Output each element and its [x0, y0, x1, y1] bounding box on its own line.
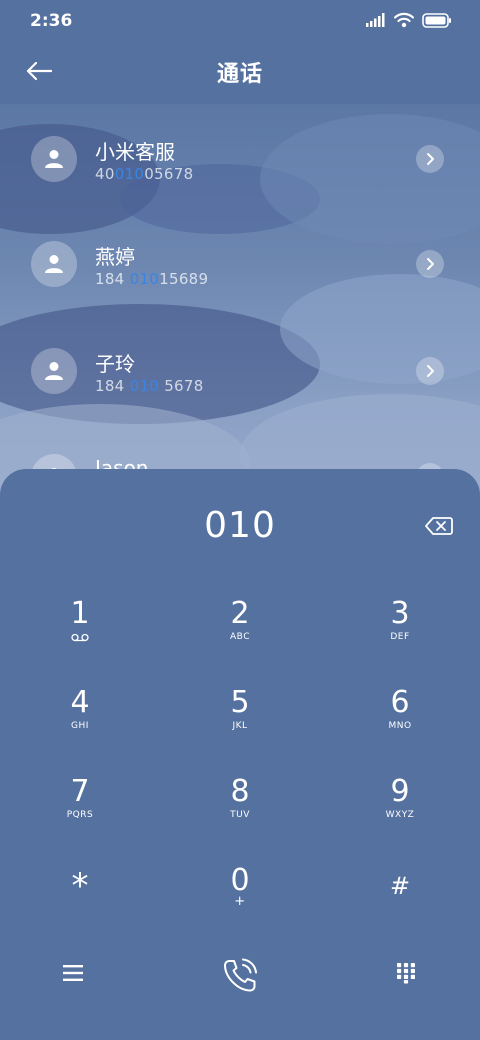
contact-name: 燕婷	[95, 245, 135, 269]
person-icon	[45, 362, 63, 380]
status-time: 2:36	[30, 11, 73, 31]
key-letters: ABC	[230, 632, 250, 642]
contact-details-button[interactable]	[416, 357, 444, 385]
chevron-right-icon	[427, 153, 434, 165]
wifi-icon	[394, 12, 414, 28]
dial-key-5[interactable]: 5 JKL	[180, 686, 300, 766]
page-title: 通话	[216, 62, 263, 87]
key-digit: #	[389, 872, 411, 900]
key-letters: MNO	[388, 721, 412, 731]
contact-number: 4001005678	[95, 165, 194, 183]
key-letters: JKL	[232, 721, 248, 731]
avatar	[31, 136, 77, 182]
key-letters: DEF	[390, 632, 410, 642]
contact-details-button[interactable]	[416, 145, 444, 173]
match-highlight: 010	[129, 270, 160, 288]
key-digit: 7	[70, 774, 90, 809]
chevron-right-icon	[427, 258, 434, 270]
key-digit: *	[71, 866, 89, 906]
key-letters: +	[234, 894, 246, 909]
battery-icon	[422, 12, 451, 28]
voicemail-icon	[71, 633, 89, 642]
status-icons	[366, 12, 452, 28]
list-item[interactable]: 燕婷 184 01015689	[0, 214, 480, 314]
key-digit: 3	[390, 596, 410, 631]
contact-details-button[interactable]	[416, 250, 444, 278]
dial-key-0[interactable]: 0 +	[180, 864, 300, 944]
contact-name: 小米客服	[95, 140, 175, 164]
chevron-right-icon	[427, 365, 434, 377]
dial-key-7[interactable]: 7 PQRS	[20, 775, 140, 855]
call-button[interactable]	[216, 952, 264, 1000]
dial-key-4[interactable]: 4 GHI	[20, 686, 140, 766]
menu-button[interactable]	[49, 949, 97, 997]
key-digit: 9	[390, 774, 410, 809]
match-highlight: 010	[129, 377, 160, 395]
person-icon	[45, 150, 63, 168]
status-bar: 2:36	[0, 0, 480, 42]
dialpad-toggle-button[interactable]	[382, 949, 430, 997]
dialed-number-input[interactable]: 010	[0, 505, 480, 546]
dialpad-sheet: 010 1 2 ABC 3 DEF 4 GHI 5 JKL 6 MNO 7 PQ…	[0, 469, 480, 1040]
list-item[interactable]: 子玲 184 010 5678	[0, 320, 480, 420]
key-digit: 4	[70, 685, 90, 720]
key-digit: 5	[230, 685, 250, 720]
dial-key-9[interactable]: 9 WXYZ	[340, 775, 460, 855]
contact-list-background: 小米客服 4001005678 燕婷 184 01015689 子玲 184 0…	[0, 104, 480, 504]
backspace-button[interactable]	[425, 516, 453, 536]
person-icon	[45, 255, 63, 273]
key-digit: 6	[390, 685, 410, 720]
contact-number: 184 01015689	[95, 270, 209, 288]
dial-key-2[interactable]: 2 ABC	[180, 597, 300, 677]
match-highlight: 010	[114, 165, 145, 183]
avatar	[31, 241, 77, 287]
key-letters: TUV	[230, 810, 250, 820]
header: 通话	[0, 42, 480, 104]
backspace-icon	[425, 517, 453, 535]
dial-key-8[interactable]: 8 TUV	[180, 775, 300, 855]
key-letters: WXYZ	[385, 810, 415, 820]
key-digit: 1	[70, 596, 90, 631]
menu-icon	[63, 965, 83, 981]
contact-number: 184 010 5678	[95, 377, 204, 395]
contact-name: 子玲	[95, 352, 135, 376]
dial-key-star[interactable]: *	[20, 869, 140, 949]
key-letters: PQRS	[66, 810, 94, 820]
signal-icon	[366, 13, 385, 27]
key-digit: 8	[230, 774, 250, 809]
key-digit: 0	[230, 863, 250, 898]
dial-key-3[interactable]: 3 DEF	[340, 597, 460, 677]
dial-key-1[interactable]: 1	[20, 597, 140, 677]
key-digit: 2	[230, 596, 250, 631]
avatar	[31, 348, 77, 394]
dial-key-hash[interactable]: #	[340, 869, 460, 949]
dial-key-6[interactable]: 6 MNO	[340, 686, 460, 766]
list-item[interactable]: 小米客服 4001005678	[0, 107, 480, 207]
phone-call-icon	[224, 958, 257, 992]
dialpad-icon	[397, 963, 415, 984]
key-letters: GHI	[71, 721, 89, 731]
